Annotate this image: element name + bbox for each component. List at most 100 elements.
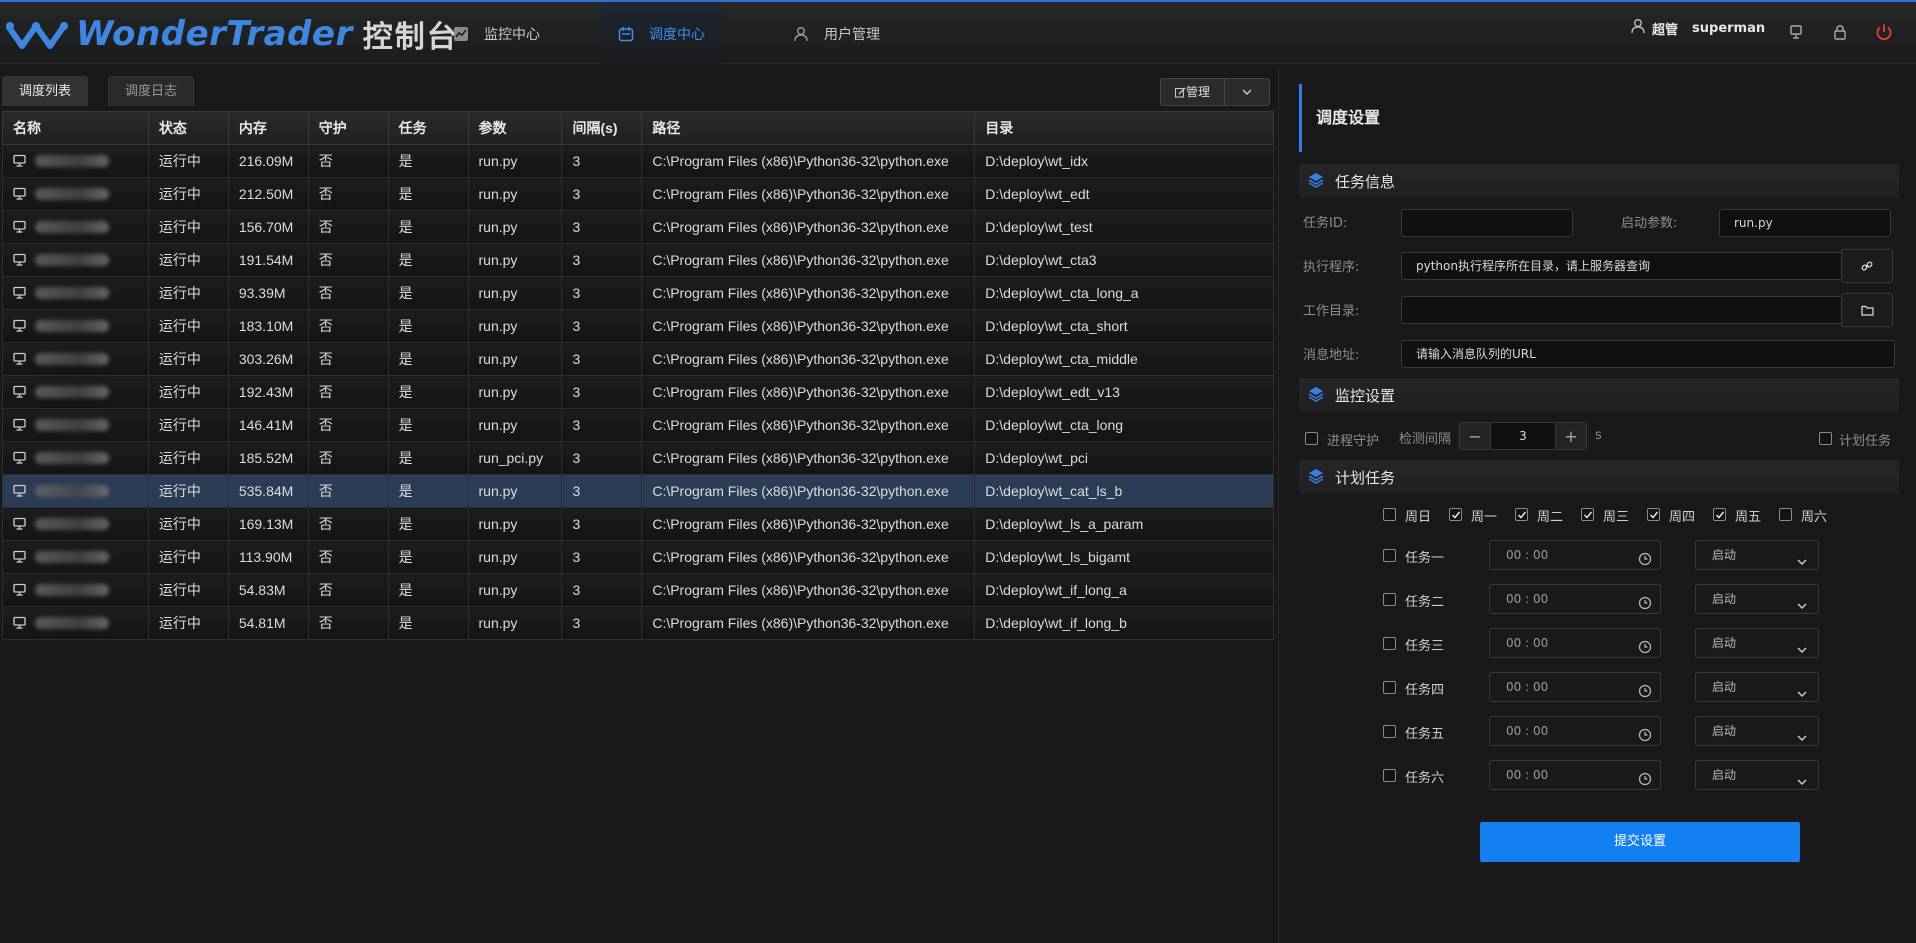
memory-cell: 185.52M bbox=[227, 441, 309, 475]
column-header[interactable]: 内存 bbox=[227, 111, 309, 145]
column-header[interactable]: 名称 bbox=[2, 111, 149, 145]
task-action-select[interactable]: 启动 bbox=[1695, 628, 1819, 658]
table-row[interactable]: 运行中 183.10M 否是 run.py 3 C:\Program Files (x86… bbox=[2, 309, 1274, 343]
task-cell: 是 bbox=[387, 441, 469, 475]
task-action-select[interactable]: 启动 bbox=[1695, 716, 1819, 746]
monitor-icon[interactable] bbox=[1786, 22, 1806, 42]
task-time-picker[interactable]: 00 : 00 bbox=[1489, 672, 1661, 702]
task-enable-checkbox[interactable] bbox=[1383, 769, 1396, 782]
column-header[interactable]: 间隔(s) bbox=[561, 111, 643, 145]
weekday-checkbox[interactable] bbox=[1713, 508, 1726, 521]
table-row[interactable]: 运行中 54.83M 否是 run.py 3 C:\Program Files (x86)… bbox=[2, 573, 1274, 607]
task-action-select[interactable]: 启动 bbox=[1695, 672, 1819, 702]
top-nav-bar: WonderTrader 控制台 监控中心 调度中心 用户管理 超管 super… bbox=[0, 0, 1916, 64]
task-action-select[interactable]: 启动 bbox=[1695, 540, 1819, 570]
lock-icon[interactable] bbox=[1830, 22, 1850, 42]
task-cell: 是 bbox=[387, 474, 469, 508]
name-cell bbox=[2, 309, 149, 343]
submit-button[interactable]: 提交设置 bbox=[1480, 822, 1800, 862]
table-row[interactable]: 运行中 156.70M 否是 run.py 3 C:\Program Files (x86… bbox=[2, 210, 1274, 244]
weekday-checkbox[interactable] bbox=[1581, 508, 1594, 521]
path-cell: C:\Program Files (x86)\Python36-32\pytho… bbox=[641, 243, 976, 277]
task-time-picker[interactable]: 00 : 00 bbox=[1489, 584, 1661, 614]
table-row[interactable]: 运行中 216.09M 否是 run.py 3 C:\Program Files (x86… bbox=[2, 144, 1274, 178]
task-enable-checkbox[interactable] bbox=[1383, 637, 1396, 650]
table-row[interactable]: 运行中 191.54M 否是 run.py 3 C:\Program Files (x86… bbox=[2, 243, 1274, 277]
tab-schedule-log[interactable]: 调度日志 bbox=[108, 76, 195, 106]
schedule-task-checkbox[interactable] bbox=[1819, 432, 1832, 445]
memory-cell: 146.41M bbox=[227, 408, 309, 442]
nav-tab-monitor[interactable]: 监控中心 bbox=[436, 4, 556, 64]
guard-cell: 否 bbox=[307, 144, 389, 178]
manage-button[interactable]: 管理 bbox=[1161, 79, 1226, 105]
table-row[interactable]: 运行中 93.39M 否是 run.py 3 C:\Program Files (x86)… bbox=[2, 276, 1274, 310]
start-param-input[interactable]: run.py bbox=[1719, 209, 1891, 237]
interval-cell: 3 bbox=[561, 309, 643, 343]
weekday-checkbox[interactable] bbox=[1449, 508, 1462, 521]
task-enable-checkbox[interactable] bbox=[1383, 593, 1396, 606]
guard-cell: 否 bbox=[307, 177, 389, 211]
decrement-button[interactable]: − bbox=[1460, 423, 1490, 449]
status-cell: 运行中 bbox=[147, 540, 229, 574]
task-time-picker[interactable]: 00 : 00 bbox=[1489, 760, 1661, 790]
task-action-select[interactable]: 启动 bbox=[1695, 584, 1819, 614]
table-row[interactable]: 运行中 169.13M 否是 run.py 3 C:\Program Files (x86… bbox=[2, 507, 1274, 541]
table-row[interactable]: 运行中 54.81M 否是 run.py 3 C:\Program Files (x86)… bbox=[2, 606, 1274, 640]
manage-button-group: 管理 bbox=[1160, 78, 1271, 106]
redacted-name bbox=[35, 617, 109, 629]
exec-pick-button[interactable] bbox=[1841, 249, 1893, 283]
task-enable-checkbox[interactable] bbox=[1383, 681, 1396, 694]
table-row[interactable]: 运行中 113.90M 否是 run.py 3 C:\Program Files (x86… bbox=[2, 540, 1274, 574]
tab-schedule-list[interactable]: 调度列表 bbox=[2, 76, 89, 106]
table-row[interactable]: 运行中 303.26M 否是 run.py 3 C:\Program Files (x86… bbox=[2, 342, 1274, 376]
task-time-picker[interactable]: 00 : 00 bbox=[1489, 716, 1661, 746]
task-time-picker[interactable]: 00 : 00 bbox=[1489, 540, 1661, 570]
folder-icon bbox=[1860, 305, 1874, 316]
status-cell: 运行中 bbox=[147, 408, 229, 442]
nav-tab-users[interactable]: 用户管理 bbox=[776, 4, 896, 64]
workdir-pick-button[interactable] bbox=[1841, 293, 1893, 327]
interval-cell: 3 bbox=[561, 408, 643, 442]
workdir-input[interactable] bbox=[1401, 296, 1845, 324]
name-cell bbox=[2, 441, 149, 475]
column-header[interactable]: 任务 bbox=[387, 111, 469, 145]
column-header[interactable]: 守护 bbox=[307, 111, 389, 145]
weekday-checkbox[interactable] bbox=[1515, 508, 1528, 521]
redacted-name bbox=[35, 221, 109, 233]
task-action-select[interactable]: 启动 bbox=[1695, 760, 1819, 790]
task-enable-checkbox[interactable] bbox=[1383, 549, 1396, 562]
task-id-input[interactable] bbox=[1401, 209, 1573, 237]
memory-cell: 156.70M bbox=[227, 210, 309, 244]
increment-button[interactable]: + bbox=[1556, 423, 1586, 449]
section-title: 计划任务 bbox=[1335, 468, 1396, 487]
column-header[interactable]: 参数 bbox=[467, 111, 563, 145]
table-row[interactable]: 运行中 192.43M 否是 run.py 3 C:\Program Files (x86… bbox=[2, 375, 1274, 409]
interval-value[interactable]: 3 bbox=[1490, 423, 1556, 449]
exec-input[interactable]: python执行程序所在目录，请上服务器查询 bbox=[1401, 252, 1845, 280]
memory-cell: 216.09M bbox=[227, 144, 309, 178]
weekday-checkbox[interactable] bbox=[1647, 508, 1660, 521]
table-row[interactable]: 运行中 146.41M 否是 run.py 3 C:\Program Files (x86… bbox=[2, 408, 1274, 442]
table-row[interactable]: 运行中 535.84M 否是 run.py 3 C:\Program Files (x86… bbox=[2, 474, 1274, 508]
power-icon[interactable] bbox=[1874, 22, 1894, 42]
msg-url-input[interactable]: 请输入消息队列的URL bbox=[1401, 340, 1895, 368]
manage-dropdown-toggle[interactable] bbox=[1225, 79, 1269, 105]
column-header[interactable]: 目录 bbox=[974, 111, 1274, 145]
memory-cell: 191.54M bbox=[227, 243, 309, 277]
column-header[interactable]: 路径 bbox=[641, 111, 976, 145]
table-row[interactable]: 运行中 212.50M 否是 run.py 3 C:\Program Files (x86… bbox=[2, 177, 1274, 211]
task-time-picker[interactable]: 00 : 00 bbox=[1489, 628, 1661, 658]
weekday-checkbox[interactable] bbox=[1779, 508, 1792, 521]
table-row[interactable]: 运行中 185.52M 否是 run_pci.py 3 C:\Program Files … bbox=[2, 441, 1274, 475]
guard-checkbox[interactable] bbox=[1305, 432, 1318, 445]
column-header[interactable]: 状态 bbox=[147, 111, 229, 145]
task-enable-checkbox[interactable] bbox=[1383, 725, 1396, 738]
user-menu[interactable]: 超管 superman bbox=[1630, 18, 1765, 38]
task-label: 任务三 bbox=[1405, 639, 1445, 654]
memory-cell: 113.90M bbox=[227, 540, 309, 574]
section-title: 任务信息 bbox=[1335, 172, 1396, 191]
path-cell: C:\Program Files (x86)\Python36-32\pytho… bbox=[641, 342, 976, 376]
weekday-checkbox[interactable] bbox=[1383, 508, 1396, 521]
nav-tab-schedule[interactable]: 调度中心 bbox=[601, 4, 721, 64]
task-cell: 是 bbox=[387, 276, 469, 310]
